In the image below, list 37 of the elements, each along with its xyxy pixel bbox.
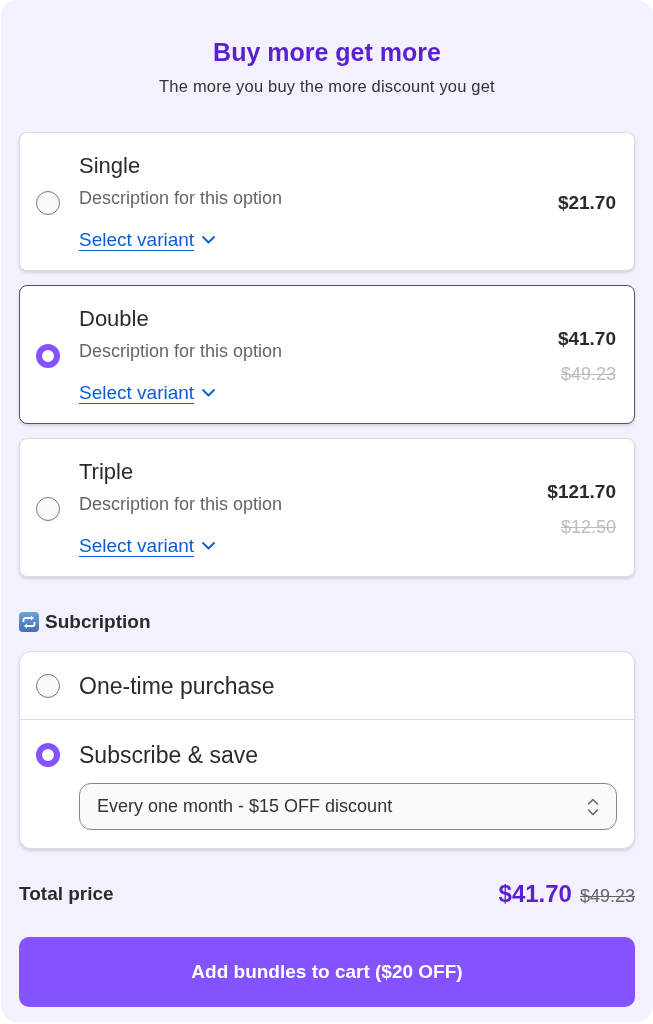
option-label[interactable]: Subscribe & save: [79, 742, 258, 768]
repeat-icon: [19, 612, 39, 632]
compare-price: $49.23: [560, 362, 616, 385]
chevron-down-icon: [202, 389, 216, 397]
bundle-option-card[interactable]: Double Description for this option Select variant $41.70 $49.23: [19, 285, 635, 424]
radio-button[interactable]: [36, 496, 60, 521]
chevron-up-down-icon: [587, 797, 599, 816]
chevron-down-icon: [202, 542, 216, 550]
select-variant-link[interactable]: Select variant: [79, 228, 216, 252]
select-variant-link[interactable]: Select variant: [79, 381, 216, 405]
section-heading: Subcription: [45, 611, 151, 633]
chevron-down-icon: [202, 236, 216, 244]
total-compare-price: $49.23: [579, 886, 635, 907]
option-title: Single: [79, 153, 141, 179]
compare-price: $12.50: [560, 515, 616, 538]
bundle-option-card[interactable]: Triple Description for this option Select variant $121.70 $12.50: [19, 438, 635, 577]
option-title: Double: [79, 306, 149, 332]
radio-button[interactable]: [36, 343, 60, 368]
total-label: Total price: [19, 883, 114, 905]
subtitle: The more you buy the more discount you get: [158, 76, 496, 96]
option-title: Triple: [79, 459, 134, 485]
option-description: Description for this option: [79, 493, 283, 515]
option-price: $121.70: [547, 479, 616, 504]
title: Buy more get more: [212, 37, 442, 67]
option-description: Description for this option: [79, 187, 283, 209]
radio-button[interactable]: [36, 190, 60, 215]
total-price: $41.70: [498, 880, 572, 908]
option-price: $41.70: [557, 326, 616, 351]
add-to-cart-button[interactable]: Add bundles to cart ($20 OFF): [19, 937, 635, 1007]
option-price: $21.70: [557, 190, 616, 215]
frequency-select[interactable]: Every one month - $15 OFF discount: [79, 783, 617, 830]
radio-button[interactable]: [36, 673, 60, 698]
option-description: Description for this option: [79, 340, 283, 362]
radio-button[interactable]: [36, 743, 60, 767]
option-label[interactable]: One-time purchase: [79, 672, 275, 699]
bundle-option-card[interactable]: Single Description for this option Select variant $21.70: [19, 132, 635, 271]
select-variant-link[interactable]: Select variant: [79, 534, 216, 558]
